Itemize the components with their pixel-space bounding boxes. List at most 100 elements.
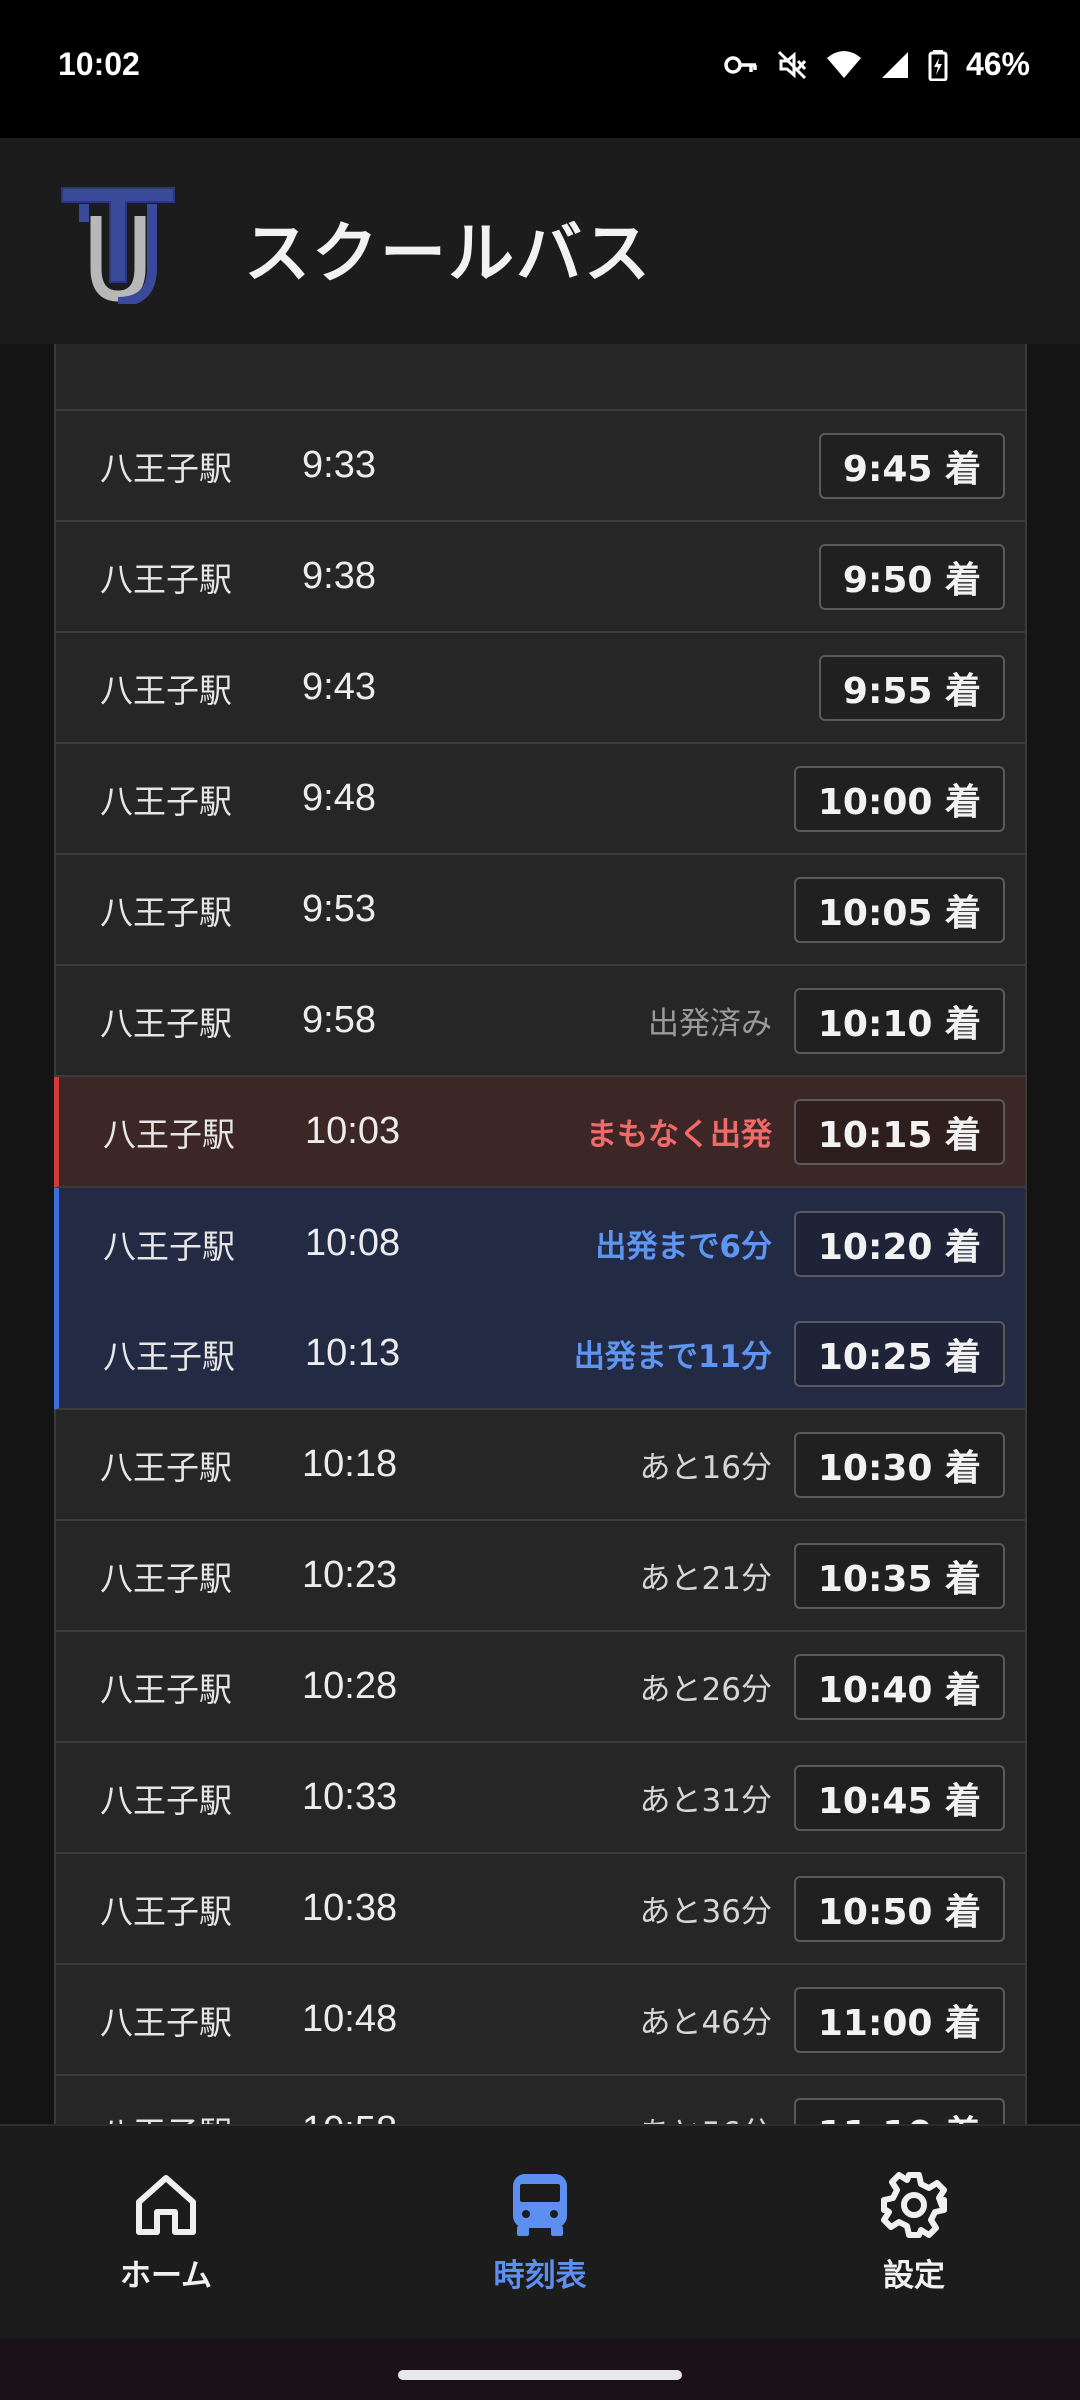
departure-status: 出発済み — [648, 1006, 772, 1042]
station-name: 八王子駅 — [100, 1558, 232, 1598]
station-name: 八王子駅 — [100, 1669, 232, 1709]
station-name: 八王子駅 — [100, 1891, 232, 1931]
arrival-time-badge: 10:10 着 — [793, 987, 1005, 1054]
station-name: 八王子駅 — [100, 781, 232, 821]
table-row[interactable]: 八王子駅 9:38 9:50 着 — [56, 522, 1025, 633]
departure-status: まもなく出発 — [586, 1117, 772, 1153]
departure-status: 出発まで11分 — [573, 1339, 772, 1375]
arrival-time-badge: 9:45 着 — [818, 432, 1005, 499]
departure-status: あと36分 — [639, 1894, 772, 1930]
departure-status: あと26分 — [639, 1672, 772, 1708]
nav-home-label: ホーム — [119, 2258, 213, 2294]
departure-time: 9:48 — [302, 777, 376, 819]
nav-settings[interactable]: 設定 — [804, 2170, 1024, 2295]
departure-time: 10:38 — [302, 1887, 398, 1929]
departure-status: あと46分 — [639, 2005, 772, 2041]
table-row[interactable]: 八王子駅 10:13 出発まで11分 10:25 着 — [54, 1299, 1025, 1410]
departure-time: 9:33 — [302, 444, 376, 486]
signal-icon — [881, 51, 908, 78]
arrival-time-badge: 11:00 着 — [793, 1986, 1005, 2053]
departure-status: 出発まで6分 — [595, 1229, 772, 1265]
timetable-scroll-area[interactable]: 八王子駅 9:33 9:45 着八王子駅 9:38 9:50 着八王子駅 9:43 9:55… — [0, 344, 1080, 2124]
station-name: 八王子駅 — [100, 1780, 232, 1820]
arrival-time-badge: 10:35 着 — [793, 1542, 1005, 1609]
table-row[interactable]: 八王子駅 10:28 あと26分 10:40 着 — [56, 1632, 1025, 1743]
nav-timetable-label: 時刻表 — [493, 2258, 587, 2294]
station-name: 八王子駅 — [103, 1114, 235, 1154]
arrival-time-badge: 10:50 着 — [793, 1875, 1005, 1942]
bus-icon — [513, 2174, 567, 2236]
departure-status: あと31分 — [639, 1783, 772, 1819]
departure-time: 10:18 — [302, 1443, 398, 1485]
table-row[interactable]: 八王子駅 10:38 あと36分 10:50 着 — [56, 1854, 1025, 1965]
departure-time: 10:33 — [302, 1776, 398, 1818]
station-name: 八王子駅 — [103, 1336, 235, 1376]
station-name: 八王子駅 — [103, 1226, 235, 1266]
departure-time: 10:23 — [302, 1554, 398, 1596]
mute-icon — [777, 50, 807, 79]
arrival-time-badge: 9:55 着 — [818, 654, 1005, 721]
station-name: 八王子駅 — [100, 559, 232, 599]
departure-time: 10:08 — [305, 1222, 401, 1264]
nav-home[interactable]: ホーム — [56, 2170, 276, 2295]
arrival-time-badge: 10:15 着 — [793, 1098, 1005, 1165]
departure-time: 9:53 — [302, 888, 376, 930]
departure-time: 9:58 — [302, 999, 376, 1041]
table-row[interactable]: 八王子駅 9:58 出発済み 10:10 着 — [56, 966, 1025, 1077]
gesture-home-bar[interactable] — [398, 2370, 682, 2380]
app-header: スクールバス — [0, 138, 1080, 344]
station-name: 八王子駅 — [100, 892, 232, 932]
table-row[interactable]: 八王子駅 10:03 まもなく出発 10:15 着 — [54, 1077, 1025, 1188]
status-icons: 46% — [724, 46, 1030, 83]
battery-icon — [928, 49, 948, 81]
home-icon — [136, 2175, 196, 2235]
station-name: 八王子駅 — [100, 448, 232, 488]
table-row[interactable]: 八王子駅 10:33 あと31分 10:45 着 — [56, 1743, 1025, 1854]
arrival-time-badge: 10:40 着 — [793, 1653, 1005, 1720]
arrival-time-badge: 10:30 着 — [793, 1431, 1005, 1498]
departure-status: あと16分 — [639, 1450, 772, 1486]
table-row[interactable]: 八王子駅 10:08 出発まで6分 10:20 着 — [54, 1188, 1025, 1299]
app-logo-icon — [61, 187, 175, 304]
station-name: 八王子駅 — [100, 2002, 232, 2042]
gesture-area — [0, 2338, 1080, 2400]
station-name: 八王子駅 — [100, 1003, 232, 1043]
arrival-time-badge: 9:50 着 — [818, 543, 1005, 610]
station-name: 八王子駅 — [100, 2107, 232, 2125]
table-row[interactable]: 八王子駅 10:23 あと21分 10:35 着 — [56, 1521, 1025, 1632]
arrival-time-badge: 11:10 着 — [793, 2097, 1005, 2124]
nav-settings-label: 設定 — [883, 2258, 945, 2294]
departure-time: 10:58 — [302, 2109, 397, 2124]
station-name: 八王子駅 — [100, 1447, 232, 1487]
departure-time: 9:43 — [302, 666, 376, 708]
vpn-key-icon — [724, 55, 757, 74]
app-title: スクールバス — [244, 215, 652, 292]
timetable-list: 八王子駅 9:33 9:45 着八王子駅 9:38 9:50 着八王子駅 9:43 9:55… — [54, 344, 1027, 2124]
departure-status: あと21分 — [639, 1561, 772, 1597]
table-row[interactable]: 八王子駅 9:43 9:55 着 — [56, 633, 1025, 744]
station-name: 八王子駅 — [100, 670, 232, 710]
battery-percent: 46% — [965, 46, 1030, 82]
bottom-navigation: ホーム 時刻表 設定 — [0, 2124, 1080, 2338]
departure-time: 10:03 — [305, 1110, 401, 1152]
arrival-time-badge: 10:05 着 — [793, 876, 1005, 943]
arrival-time-badge: 10:25 着 — [793, 1320, 1005, 1387]
departure-time: 10:13 — [305, 1332, 401, 1374]
table-row[interactable]: 八王子駅 9:33 9:45 着 — [56, 411, 1025, 522]
arrival-time-badge: 10:45 着 — [793, 1764, 1005, 1831]
wifi-icon — [826, 50, 861, 78]
arrival-time-badge: 10:20 着 — [793, 1210, 1005, 1277]
arrival-time-badge: 10:00 着 — [793, 765, 1005, 832]
status-bar: 10:02 46% — [0, 0, 1080, 138]
departure-status: あと56分 — [640, 2108, 772, 2124]
table-row[interactable]: 八王子駅 10:58 あと56分 11:10 着 — [56, 2076, 1025, 2124]
table-row[interactable]: 八王子駅 10:48 あと46分 11:00 着 — [56, 1965, 1025, 2076]
departure-time: 9:38 — [302, 555, 376, 597]
table-row[interactable]: 八王子駅 9:53 10:05 着 — [56, 855, 1025, 966]
table-row[interactable]: 八王子駅 10:18 あと16分 10:30 着 — [56, 1410, 1025, 1521]
departure-time: 10:28 — [302, 1665, 398, 1707]
departure-time: 10:48 — [302, 1998, 398, 2040]
nav-timetable[interactable]: 時刻表 — [430, 2170, 650, 2295]
table-row[interactable]: 八王子駅 9:48 10:00 着 — [56, 744, 1025, 855]
table-row-partial[interactable] — [56, 344, 1025, 411]
